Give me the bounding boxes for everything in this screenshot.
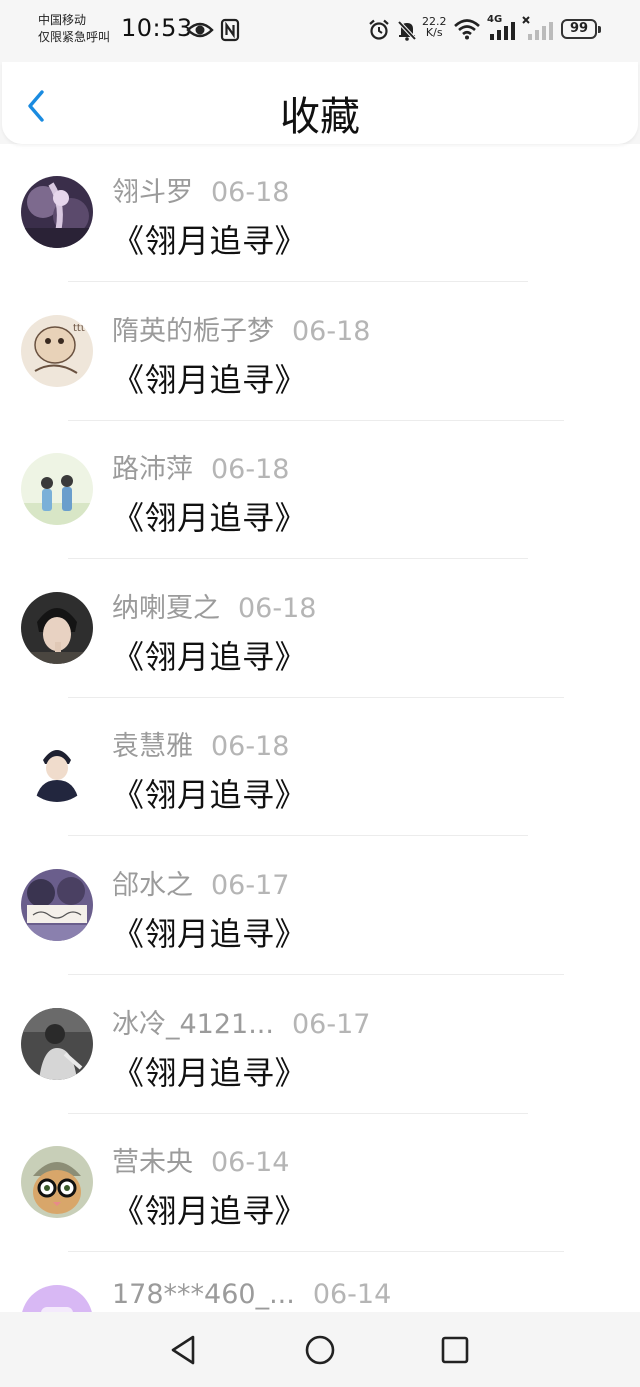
- status-bar: 中国移动 仅限紧急呼叫 10:53 22.2 K/s 4G 99: [0, 0, 640, 62]
- book-title[interactable]: 《翎月追寻》: [112, 770, 307, 816]
- favorite-meta: 178***460_... 06-14: [112, 1279, 391, 1310]
- favorite-date: 06-18: [238, 592, 317, 624]
- book-title[interactable]: 《翎月追寻》: [112, 1186, 307, 1232]
- eye-icon: [186, 22, 214, 38]
- nav-header-card: 收藏: [2, 62, 638, 144]
- list-item[interactable]: 冰冷_4121... 06-17 《翎月追寻》: [0, 976, 640, 1115]
- network-speed: 22.2 K/s: [422, 16, 447, 38]
- list-item[interactable]: 路沛萍 06-18 《翎月追寻》: [0, 421, 640, 560]
- book-title[interactable]: 《翎月追寻》: [112, 355, 307, 401]
- avatar[interactable]: [21, 176, 93, 248]
- avatar[interactable]: [21, 1146, 93, 1219]
- avatar[interactable]: [21, 453, 93, 526]
- list-item[interactable]: 营未央 06-14 《翎月追寻》: [0, 1114, 640, 1253]
- favorite-meta: 隋英的栀子梦 06-18: [112, 309, 370, 348]
- list-item[interactable]: 翎斗罗 06-18 《翎月追寻》: [0, 144, 640, 283]
- signal-none-icon: [522, 16, 553, 40]
- favorite-meta: 营未央 06-14: [112, 1140, 289, 1179]
- bell-muted-icon: [397, 20, 417, 41]
- network-speed-unit: K/s: [425, 26, 443, 39]
- carrier-status: 仅限紧急呼叫: [38, 30, 111, 44]
- avatar[interactable]: [21, 1007, 93, 1080]
- book-title[interactable]: 《翎月追寻》: [112, 909, 307, 955]
- favorite-meta: 路沛萍 06-18: [112, 447, 289, 486]
- list-item[interactable]: ttt 隋英的栀子梦 06-18 《翎月追寻》: [0, 283, 640, 422]
- nav-home-button[interactable]: [302, 1332, 338, 1368]
- wifi-icon: [454, 19, 480, 40]
- username: 营未央: [112, 1147, 193, 1179]
- avatar[interactable]: [21, 591, 93, 664]
- favorite-date: 06-14: [211, 1147, 290, 1179]
- username: 隋英的栀子梦: [112, 315, 274, 347]
- favorite-date: 06-18: [211, 177, 290, 208]
- avatar[interactable]: [21, 1284, 93, 1312]
- book-title[interactable]: 《翎月追寻》: [112, 216, 307, 262]
- favorite-date: 06-17: [291, 1008, 371, 1040]
- avatar[interactable]: [21, 869, 93, 941]
- favorite-meta: 袁慧雅 06-18: [112, 724, 289, 763]
- username: 纳喇夏之: [112, 592, 220, 624]
- battery-indicator: 99: [561, 19, 601, 39]
- list-item[interactable]: 纳喇夏之 06-18 《翎月追寻》: [0, 560, 640, 699]
- list-item[interactable]: 郃水之 06-17 《翎月追寻》: [0, 837, 640, 976]
- nfc-icon: [220, 18, 240, 42]
- system-nav-bar: [0, 1312, 640, 1387]
- avatar[interactable]: [21, 730, 93, 803]
- favorite-date: 06-18: [292, 315, 371, 347]
- book-title[interactable]: 《翎月追寻》: [112, 493, 307, 539]
- nav-header: 收藏: [0, 62, 640, 144]
- username: 路沛萍: [112, 454, 193, 486]
- clock: 10:53: [121, 14, 193, 42]
- username: 郃水之: [112, 870, 193, 901]
- book-title[interactable]: 《翎月追寻》: [112, 632, 307, 678]
- signal-strength-icon: [490, 22, 515, 40]
- square-recents-icon: [441, 1336, 469, 1364]
- book-title[interactable]: 《翎月追寻》: [112, 1048, 307, 1094]
- circle-home-icon: [305, 1335, 335, 1365]
- favorites-list: 翎斗罗 06-18 《翎月追寻》 ttt 隋英的栀子梦 06-18 《翎月追寻》: [0, 144, 640, 1312]
- alarm-icon: [369, 19, 389, 40]
- favorite-date: 06-14: [312, 1278, 392, 1310]
- triangle-back-icon: [171, 1335, 195, 1365]
- favorite-meta: 郃水之 06-17: [112, 863, 289, 902]
- favorite-meta: 翎斗罗 06-18: [112, 170, 289, 209]
- username: 袁慧雅: [112, 731, 193, 763]
- username: 冰冷_4121...: [112, 1008, 274, 1040]
- username: 178***460_...: [112, 1278, 295, 1310]
- username: 翎斗罗: [112, 177, 193, 208]
- page-title: 收藏: [280, 94, 360, 140]
- favorite-date: 06-17: [211, 870, 290, 901]
- carrier-info: 中国移动 仅限紧急呼叫: [38, 12, 110, 46]
- favorite-meta: 纳喇夏之 06-18: [112, 586, 316, 625]
- svg-text:ttt: ttt: [73, 323, 85, 334]
- avatar[interactable]: ttt: [21, 314, 93, 387]
- nav-back-button[interactable]: [166, 1332, 202, 1368]
- nav-recents-button[interactable]: [437, 1332, 473, 1368]
- favorite-date: 06-18: [211, 731, 290, 763]
- list-item[interactable]: 袁慧雅 06-18 《翎月追寻》: [0, 698, 640, 837]
- list-item[interactable]: 178***460_... 06-14: [0, 1253, 640, 1312]
- favorite-meta: 冰冷_4121... 06-17: [112, 1002, 370, 1041]
- favorite-date: 06-18: [211, 454, 290, 486]
- carrier-name: 中国移动: [38, 13, 87, 27]
